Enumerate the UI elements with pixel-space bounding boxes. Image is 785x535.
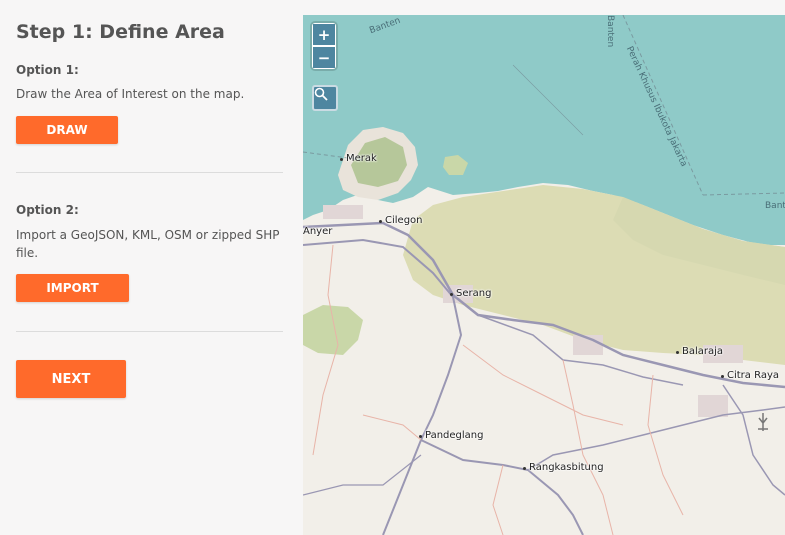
divider [16,331,283,332]
draw-button[interactable]: DRAW [16,116,118,144]
zoom-out-button[interactable]: − [313,47,335,68]
zoom-in-button[interactable]: + [313,24,335,45]
place-citra-raya: Citra Raya [720,370,780,381]
divider [16,172,283,173]
place-serang: Serang [449,288,492,299]
map-view[interactable]: Banten Banten Perah Khusus Ibukota Jakar… [303,15,785,535]
place-rangkasbitung: Rangkasbitung [523,462,604,473]
place-pandeglang: Pandeglang [419,430,484,441]
import-button[interactable]: IMPORT [16,274,129,302]
search-icon [314,87,328,101]
option1-label: Option 1: [16,63,79,77]
zoom-control: + − [312,23,336,69]
sea-label-banten-right: Banten [765,201,785,211]
place-anyer: Anyer [303,226,333,237]
page-title: Step 1: Define Area [16,21,225,43]
option2-label: Option 2: [16,203,79,217]
next-button[interactable]: NEXT [16,360,126,398]
option2-description: Import a GeoJSON, KML, OSM or zipped SHP… [16,228,280,260]
sea-label-banten-vertical: Banten [605,15,615,48]
sidebar-panel: Step 1: Define Area Option 1: Draw the A… [0,0,303,535]
map-tiles [303,15,785,535]
place-balaraja: Balaraja [675,346,724,357]
place-cilegon: Cilegon [379,215,423,226]
map-search-button[interactable] [312,85,338,111]
option1-description: Draw the Area of Interest on the map. [16,87,245,101]
place-merak: Merak [340,153,377,164]
